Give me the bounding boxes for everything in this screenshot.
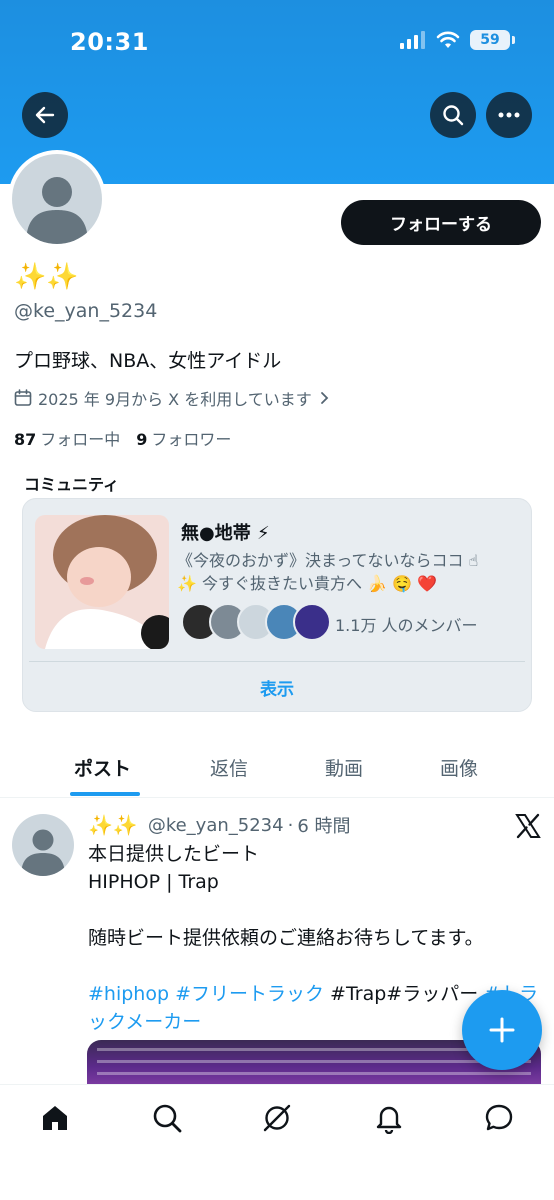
joined-date[interactable]: 2025 年 9月から X を利用しています <box>14 386 330 410</box>
following-count: 87 <box>14 430 37 449</box>
plus-icon <box>489 1017 515 1043</box>
nav-grok[interactable] <box>260 1101 294 1135</box>
active-tab-indicator <box>70 792 140 796</box>
following-label: フォロー中 <box>40 430 121 449</box>
post-blank-line <box>88 952 544 980</box>
profile-bio: プロ野球、NBA、女性アイドル <box>14 350 282 372</box>
community-view-button[interactable]: 表示 <box>23 675 531 700</box>
chevron-right-icon <box>320 392 329 404</box>
search-icon <box>443 105 464 126</box>
hashtag-link[interactable]: #フリートラック <box>175 983 324 1005</box>
messages-icon <box>485 1104 513 1131</box>
member-avatar <box>293 603 331 641</box>
follow-button[interactable]: フォローする <box>341 200 541 245</box>
community-image <box>35 515 169 649</box>
grok-icon <box>263 1104 291 1132</box>
community-description-line: 《今夜のおかず》決まってないならココ ☝ <box>177 551 479 570</box>
notifications-icon <box>376 1106 402 1134</box>
nav-notifications[interactable] <box>372 1101 406 1135</box>
calendar-icon <box>14 389 32 406</box>
media-detail <box>97 1060 531 1063</box>
wifi-icon <box>436 31 460 48</box>
nav-messages[interactable] <box>482 1101 516 1135</box>
nav-search[interactable] <box>150 1101 184 1135</box>
community-description: 《今夜のおかず》決まってないならココ ☝ ✨ 今すぐ抜きたい貴方へ 🍌 🤤 ❤️ <box>177 549 527 595</box>
followers-count: 9 <box>136 430 148 449</box>
more-button[interactable] <box>486 92 532 138</box>
followers-label: フォロワー <box>151 430 232 449</box>
more-horizontal-icon <box>498 112 520 118</box>
followers-link[interactable]: 9 フォロワー <box>136 426 231 450</box>
profile-handle: @ke_yan_5234 <box>14 300 158 322</box>
joined-text: 2025 年 9月から X を利用しています <box>38 390 312 409</box>
bottom-navigation <box>0 1084 554 1200</box>
hashtag-plain: #Trap#ラッパー <box>330 983 479 1005</box>
search-button[interactable] <box>430 92 476 138</box>
media-detail <box>97 1072 531 1075</box>
profile-tabs: ポスト 返信 動画 画像 <box>0 746 554 798</box>
post-line: 本日提供したビート <box>88 843 260 865</box>
post-separator: · <box>287 814 294 836</box>
back-button[interactable] <box>22 92 68 138</box>
post-header: ✨✨ @ke_yan_5234 · 6 時間 <box>88 812 351 838</box>
tab-images[interactable]: 画像 <box>440 754 478 781</box>
community-thumbnail <box>35 515 169 649</box>
nav-home[interactable] <box>38 1101 72 1135</box>
member-count: 1.1万 人のメンバー <box>335 616 478 635</box>
arrow-left-icon <box>35 106 55 124</box>
status-time: 20:31 <box>70 28 149 56</box>
community-description-line: ✨ 今すぐ抜きたい貴方へ 🍌 🤤 ❤️ <box>177 574 438 593</box>
compose-button[interactable] <box>462 990 542 1070</box>
tab-videos[interactable]: 動画 <box>325 754 363 781</box>
post-blank-line <box>88 896 544 924</box>
post-line: HIPHOP | Trap <box>88 871 219 893</box>
follow-stats: 87 フォロー中 9 フォロワー <box>14 426 231 450</box>
home-icon <box>43 1106 67 1130</box>
profile-avatar[interactable] <box>8 150 106 248</box>
tab-replies[interactable]: 返信 <box>210 754 248 781</box>
community-name: 無●地帯 ⚡ <box>181 523 270 544</box>
community-section-label: コミュニティ <box>24 475 120 494</box>
signal-icon <box>400 31 425 49</box>
x-logo-icon[interactable] <box>514 812 542 840</box>
post-avatar[interactable] <box>12 814 74 876</box>
hashtag-link[interactable]: #hiphop <box>88 983 169 1005</box>
post-line: 随時ビート提供依頼のご連絡お待ちしてます。 <box>88 927 484 949</box>
divider <box>29 661 525 662</box>
community-card[interactable]: 無●地帯 ⚡ 《今夜のおかず》決まってないならココ ☝ ✨ 今すぐ抜きたい貴方へ… <box>22 498 532 712</box>
tab-posts[interactable]: ポスト <box>74 754 131 781</box>
post-time: 6 時間 <box>297 816 351 837</box>
post-author-name[interactable]: ✨✨ <box>88 813 138 837</box>
battery-icon: 59 <box>470 30 515 50</box>
default-avatar-icon <box>26 177 88 244</box>
search-icon <box>153 1104 182 1133</box>
status-icons: 59 <box>400 30 515 50</box>
default-avatar-icon <box>21 829 65 876</box>
post-author-handle[interactable]: @ke_yan_5234 <box>148 815 284 836</box>
member-avatars <box>181 603 331 641</box>
following-link[interactable]: 87 フォロー中 <box>14 426 120 450</box>
profile-display-name: ✨✨ <box>14 262 79 292</box>
